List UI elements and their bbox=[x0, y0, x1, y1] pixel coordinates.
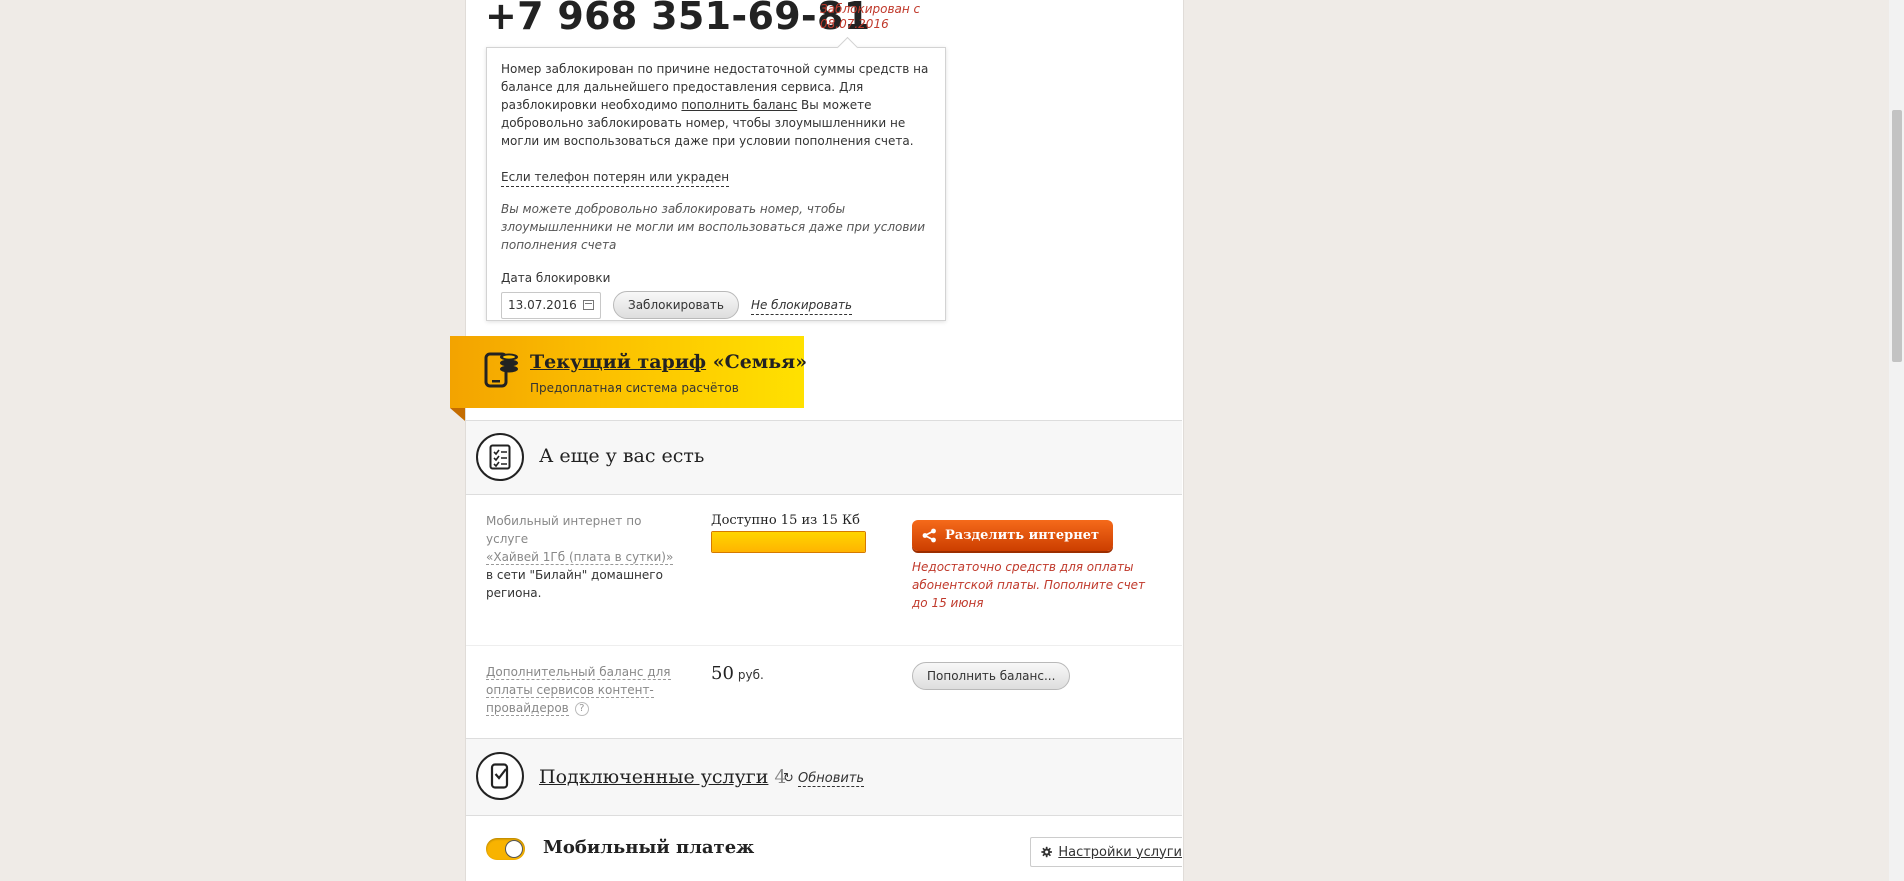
internet-available: Доступно 15 из 15 Кб bbox=[711, 513, 860, 528]
services-title: Подключенные услуги 4 bbox=[539, 766, 787, 788]
internet-progress-fill bbox=[712, 532, 865, 552]
extras-title: А еще у вас есть bbox=[539, 445, 705, 467]
services-section-header: Подключенные услуги 4 ↻ Обновить bbox=[466, 738, 1182, 816]
date-label: Дата блокировки bbox=[501, 271, 611, 285]
block-popup: Номер заблокирован по причине недостаточ… bbox=[486, 36, 946, 321]
internet-label: Мобильный интернет по услуге «Хайвей 1Гб… bbox=[486, 514, 674, 600]
tariff-banner: Текущий тариф «Семья» Предоплатная систе… bbox=[450, 336, 808, 408]
refresh-link[interactable]: ↻ Обновить bbox=[783, 771, 865, 787]
checklist-icon bbox=[476, 433, 524, 481]
toggle-knob bbox=[505, 840, 523, 858]
refresh-icon: ↻ bbox=[783, 771, 794, 786]
gear-icon bbox=[1041, 846, 1052, 858]
internet-progress-bar bbox=[711, 531, 866, 553]
share-icon bbox=[922, 528, 936, 543]
scrollbar-thumb[interactable] bbox=[1892, 110, 1902, 362]
date-input[interactable]: 13.07.2016 bbox=[501, 291, 601, 319]
topup-link[interactable]: пополнить баланс bbox=[681, 98, 797, 112]
extra-balance-label: Дополнительный баланс для оплаты сервисо… bbox=[486, 663, 676, 717]
services-link[interactable]: Подключенные услуги bbox=[539, 766, 768, 788]
phone-coins-icon bbox=[484, 352, 518, 388]
phone-number: +7 968 351-69-81 bbox=[485, 0, 871, 38]
no-block-link[interactable]: Не блокировать bbox=[750, 296, 853, 315]
tariff-title: Текущий тариф «Семья» bbox=[530, 351, 808, 373]
service-name: Мобильный платеж bbox=[543, 837, 755, 858]
topup-balance-button[interactable]: Пополнить баланс... bbox=[912, 662, 1071, 690]
extras-section-header: А еще у вас есть bbox=[466, 420, 1182, 495]
block-note: Вы можете добровольно заблокировать номе… bbox=[501, 202, 925, 252]
balance-warning: Недостаточно средств для оплаты абонентс… bbox=[912, 560, 1146, 610]
calendar-icon[interactable] bbox=[583, 300, 594, 310]
blocked-since-label: Заблокирован с 08.07.2016 bbox=[820, 2, 921, 31]
vertical-scrollbar[interactable] bbox=[1889, 0, 1904, 881]
help-icon[interactable]: ? bbox=[574, 701, 589, 716]
highway-link[interactable]: «Хайвей 1Гб (плата в сутки)» bbox=[486, 550, 674, 565]
share-internet-button[interactable]: Разделить интернет bbox=[912, 520, 1114, 551]
block-button[interactable]: Заблокировать bbox=[613, 291, 739, 319]
extra-balance-amount: 50 руб. bbox=[711, 663, 764, 684]
block-reason-text: Номер заблокирован по причине недостаточ… bbox=[501, 62, 929, 148]
tariff-subtitle: Предоплатная система расчётов bbox=[530, 381, 739, 395]
date-row: 13.07.2016 Заблокировать Не блокировать bbox=[501, 291, 931, 319]
row-divider bbox=[466, 645, 1182, 646]
tariff-link[interactable]: Текущий тариф bbox=[530, 351, 706, 373]
service-settings-button[interactable]: Настройки услуги bbox=[1030, 837, 1182, 867]
lost-phone-link[interactable]: Если телефон потерян или украден bbox=[501, 168, 730, 187]
tariff-fold bbox=[450, 408, 465, 421]
mobile-payment-toggle[interactable] bbox=[486, 838, 525, 860]
phone-check-icon bbox=[476, 752, 524, 800]
